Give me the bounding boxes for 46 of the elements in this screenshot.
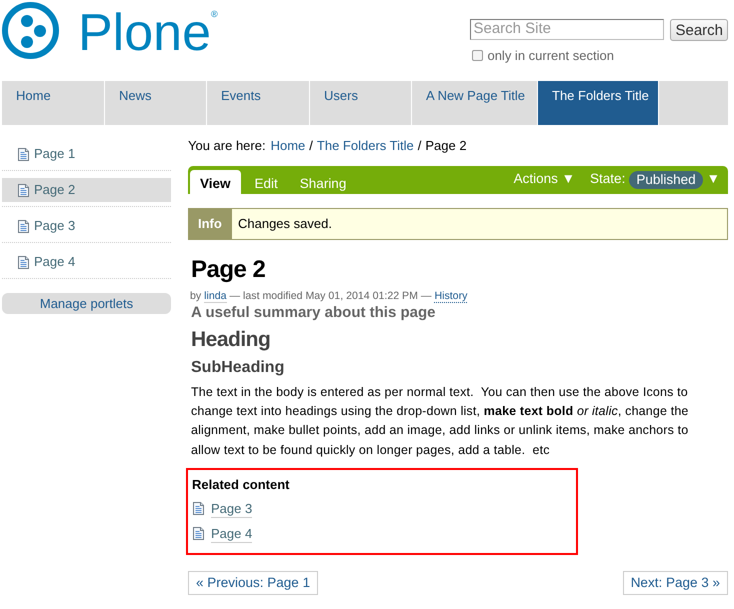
body-text: The text in the body is entered as per normal text. You can then use the above Icons to change text into headings using the drop-down list, make text bold or italic, change the alignment, make bullet points, add an image, add links or unlink items, make anchors to allow text to be found quickly on longer pages, add a table. etc [191,384,690,459]
page-description: A useful summary about this page [191,303,436,323]
previous-button[interactable]: « Previous: Page 1 [188,570,318,595]
logo-icon [2,2,59,59]
sidebar-item[interactable]: Page 4 [2,250,171,274]
sidebar-item[interactable]: Page 1 [2,142,171,166]
state-menu[interactable]: State: Published ▼ [590,169,720,190]
byline: by linda — last modified May 01, 2014 01:22 PM — History [190,290,468,303]
info-label: Info [189,209,232,239]
nav-tab[interactable]: Home [2,81,105,125]
document-icon [18,220,29,232]
toolbar-tab[interactable]: View [190,170,241,194]
nav-tab[interactable]: Users [310,81,412,125]
breadcrumb-separator: / [418,137,422,156]
breadcrumb-link[interactable]: The Folders Title [316,136,414,156]
breadcrumb-separator: / [309,137,313,156]
document-icon [18,148,29,160]
heading: Heading [191,327,270,353]
nav-tab[interactable]: The Folders Title [538,81,659,125]
related-item-link[interactable]: Page 3 [211,500,252,518]
related-item-link[interactable]: Page 4 [211,524,252,543]
sidebar-item[interactable]: Page 2 [2,178,171,202]
logo-text: Plone$^{®}$ [78,7,218,59]
breadcrumb-link[interactable]: Home [270,136,306,156]
search-button[interactable]: Search [670,19,728,41]
sidebar-item[interactable]: Page 3 [2,214,171,238]
message-text: Changes saved. [237,215,332,234]
document-icon [18,256,29,268]
subheading: SubHeading [191,358,284,378]
breadcrumb-label: You are here: [188,137,266,156]
manage-portlets-button[interactable]: Manage portlets [2,293,171,314]
document-icon [193,527,204,540]
nav-tab[interactable]: News [105,81,207,125]
author-link[interactable]: linda [204,290,227,303]
page-title: Page 2 [191,256,266,284]
search-field[interactable]: Search Site [470,19,664,40]
nav-tab[interactable]: Events [207,81,310,125]
document-icon [193,502,204,516]
state-badge: Published [629,170,703,188]
related-title: Related content [192,476,290,493]
checkbox-label: only in current section [487,47,614,65]
document-icon [18,184,29,196]
breadcrumb-current: Page 2 [425,137,467,156]
checkbox[interactable] [472,50,484,62]
next-button[interactable]: Next: Page 3 » [622,570,728,595]
history-link[interactable]: History [434,290,468,303]
